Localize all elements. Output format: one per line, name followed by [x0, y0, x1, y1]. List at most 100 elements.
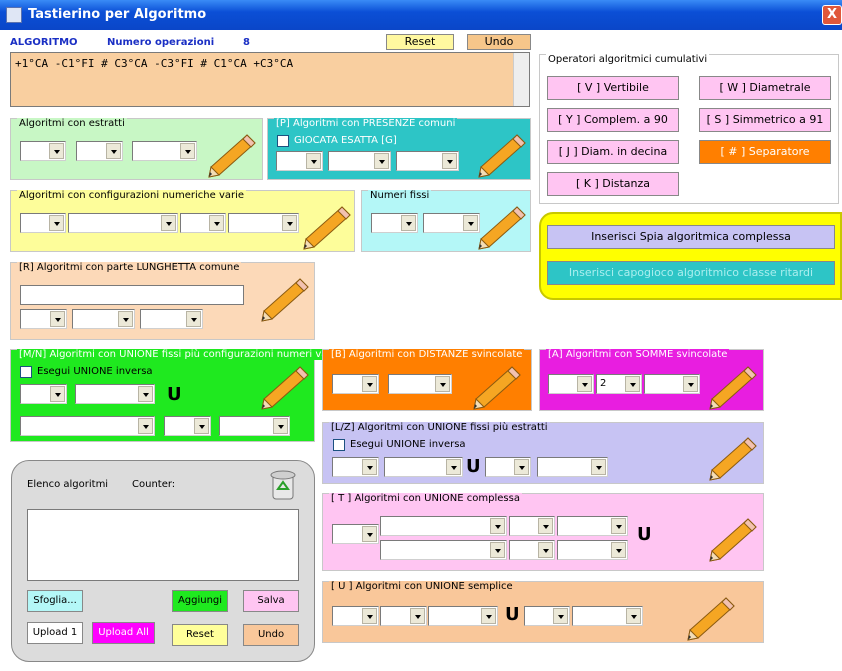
uploadall-button[interactable]: Upload All	[92, 622, 155, 644]
presenze-select-1[interactable]	[276, 151, 323, 171]
group-lunghetta-title: [R] Algoritmi con parte LUNGHETTA comune	[17, 262, 242, 273]
lz-select-3[interactable]	[485, 457, 531, 477]
lunghetta-select-1[interactable]	[20, 309, 67, 329]
close-button[interactable]: X	[822, 5, 842, 25]
mn-pencil-icon[interactable]	[258, 363, 312, 411]
mn-select-3[interactable]	[20, 416, 155, 436]
distanze-select-1[interactable]	[332, 374, 379, 394]
mn-select-4[interactable]	[164, 416, 211, 436]
title-bar: Tastierino per Algoritmo X	[0, 0, 842, 30]
op-distanza-button[interactable]: [ K ] Distanza	[547, 172, 679, 196]
elenco-panel: Elenco algoritmi Counter: Sfoglia... Agg…	[11, 460, 315, 662]
op-complem-button[interactable]: [ Y ] Complem. a 90	[547, 108, 679, 132]
lunghetta-pencil-icon[interactable]	[258, 275, 312, 323]
somme-select-2[interactable]: 2	[596, 374, 642, 394]
lunghetta-select-3[interactable]	[140, 309, 203, 329]
u-select-5[interactable]	[572, 606, 643, 626]
t-select-5[interactable]	[380, 540, 507, 560]
estratti-select-3[interactable]	[132, 141, 197, 161]
t-pencil-icon[interactable]	[706, 515, 760, 563]
insert-capogioco-button[interactable]: Inserisci capogioco algoritmico classe r…	[547, 261, 835, 285]
u-select-2[interactable]	[380, 606, 427, 626]
config-select-3[interactable]	[180, 213, 226, 233]
mn-select-5[interactable]	[219, 416, 290, 436]
t-select-7[interactable]	[557, 540, 628, 560]
mn-inversa-checkbox[interactable]	[20, 366, 32, 378]
fissi-select-2[interactable]	[423, 213, 480, 233]
insert-spia-button[interactable]: Inserisci Spia algoritmica complessa	[547, 225, 835, 249]
algoritmo-label: ALGORITMO	[10, 37, 78, 48]
sfoglia-button[interactable]: Sfoglia...	[27, 590, 83, 612]
estratti-select-2[interactable]	[76, 141, 123, 161]
t-select-4[interactable]	[557, 516, 628, 536]
group-mn-title: [M/N] Algoritmi con UNIONE fissi più con…	[17, 349, 337, 360]
t-select-3[interactable]	[509, 516, 555, 536]
recycle-bin-icon[interactable]	[268, 469, 298, 501]
somme-select-2-value: 2	[600, 378, 607, 389]
t-select-6[interactable]	[509, 540, 555, 560]
aggiungi-button[interactable]: Aggiungi	[172, 590, 228, 612]
expression-box[interactable]: +1°CA -C1°FI # C3°CA -C3°FI # C1°CA +C3°…	[10, 52, 530, 107]
u-select-4[interactable]	[524, 606, 570, 626]
reset-button-top[interactable]: Reset	[386, 34, 454, 50]
config-select-2[interactable]	[68, 213, 178, 233]
undo-button-bottom[interactable]: Undo	[243, 624, 299, 646]
t-select-1[interactable]	[332, 524, 379, 544]
t-union-symbol: U	[637, 524, 652, 545]
group-t-title: [ T ] Algoritmi con UNIONE complessa	[329, 493, 522, 504]
op-diametrale-button[interactable]: [ W ] Diametrale	[699, 76, 831, 100]
lz-select-2[interactable]	[384, 457, 463, 477]
estratti-pencil-icon[interactable]	[205, 131, 259, 179]
estratti-select-1[interactable]	[20, 141, 66, 161]
t-select-2[interactable]	[380, 516, 507, 536]
app-icon	[6, 7, 22, 23]
op-simmetrico-button[interactable]: [ S ] Simmetrico a 91	[699, 108, 831, 132]
presenze-select-3[interactable]	[396, 151, 459, 171]
somme-select-1[interactable]	[548, 374, 594, 394]
upload1-button[interactable]: Upload 1	[27, 622, 83, 644]
op-vertibile-button[interactable]: [ V ] Vertibile	[547, 76, 679, 100]
undo-button-top[interactable]: Undo	[467, 34, 531, 50]
lz-inversa-checkbox[interactable]	[333, 439, 345, 451]
giocata-checkbox[interactable]	[277, 135, 289, 147]
somme-pencil-icon[interactable]	[706, 363, 760, 411]
distanze-pencil-icon[interactable]	[470, 363, 524, 411]
group-u-title: [ U ] Algoritmi con UNIONE semplice	[329, 581, 515, 592]
configurazioni-pencil-icon[interactable]	[300, 203, 354, 251]
fissi-select-1[interactable]	[371, 213, 418, 233]
group-somme-title: [A] Algoritmi con SOMME svincolate	[546, 349, 730, 360]
u-union-symbol: U	[505, 604, 520, 625]
presenze-select-2[interactable]	[328, 151, 391, 171]
lz-select-1[interactable]	[332, 457, 379, 477]
giocata-label: GIOCATA ESATTA [G]	[294, 135, 397, 146]
group-fissi-title: Numeri fissi	[368, 190, 432, 201]
lz-select-4[interactable]	[537, 457, 608, 477]
op-diam-decina-button[interactable]: [ J ] Diam. in decina	[547, 140, 679, 164]
num-operations-value: 8	[243, 37, 250, 48]
elenco-list[interactable]	[27, 509, 299, 581]
u-pencil-icon[interactable]	[684, 594, 738, 642]
mn-select-2[interactable]	[75, 384, 155, 404]
config-select-1[interactable]	[20, 213, 66, 233]
reset-button-bottom[interactable]: Reset	[172, 624, 228, 646]
group-distanze-title: [B] Algoritmi con DISTANZE svincolate	[329, 349, 525, 360]
lunghetta-select-2[interactable]	[72, 309, 135, 329]
salva-button[interactable]: Salva	[243, 590, 299, 612]
group-t: [ T ] Algoritmi con UNIONE complessa U	[322, 493, 764, 571]
lz-inversa-label: Esegui UNIONE inversa	[350, 439, 466, 450]
u-select-1[interactable]	[332, 606, 379, 626]
mn-select-1[interactable]	[20, 384, 67, 404]
lz-pencil-icon[interactable]	[706, 434, 760, 482]
op-separatore-button[interactable]: [ # ] Separatore	[699, 140, 831, 164]
group-lz: [L/Z] Algoritmi con UNIONE fissi più est…	[322, 422, 764, 484]
expression-scrollbar[interactable]	[513, 53, 529, 106]
group-lz-title: [L/Z] Algoritmi con UNIONE fissi più est…	[329, 422, 550, 433]
config-select-4[interactable]	[228, 213, 299, 233]
somme-select-3[interactable]	[644, 374, 700, 394]
fissi-pencil-icon[interactable]	[475, 203, 529, 251]
spia-panel: Inserisci Spia algoritmica complessa Ins…	[539, 212, 842, 300]
u-select-3[interactable]	[428, 606, 498, 626]
presenze-pencil-icon[interactable]	[475, 131, 529, 179]
distanze-select-2[interactable]	[388, 374, 452, 394]
lunghetta-input[interactable]	[20, 285, 244, 305]
